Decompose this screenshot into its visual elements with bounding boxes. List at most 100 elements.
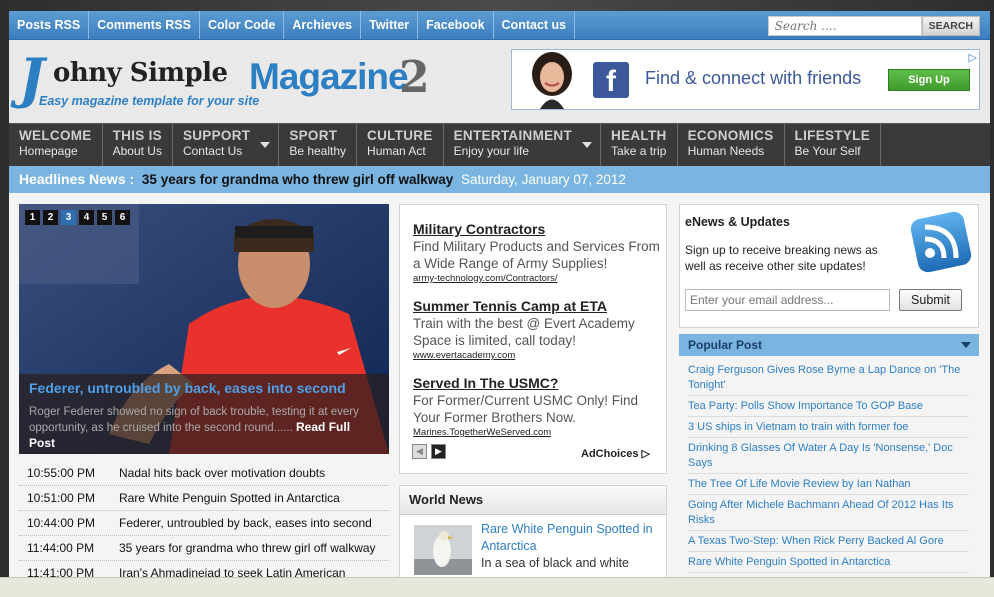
main-nav-title: THIS IS (112, 128, 162, 143)
submit-button[interactable]: Submit (899, 289, 962, 311)
main-nav-item[interactable]: HEALTH Take a trip (601, 124, 678, 166)
post-time: 11:44:00 PM (27, 541, 95, 555)
ad-url[interactable]: Marines.TogetherWeServed.com (413, 427, 663, 438)
site-logo[interactable]: J ohny Simple Magazine 2 Easy magazine t… (19, 46, 439, 114)
list-item[interactable]: 10:51:00 PM Rare White Penguin Spotted in… (19, 486, 389, 511)
post-time: 11:41:00 PM (27, 566, 95, 577)
ad-next-button[interactable]: ▶ (431, 444, 446, 459)
logo-magazine: Magazine (249, 56, 409, 97)
ad-prev-button[interactable]: ◀ (412, 444, 427, 459)
signup-button[interactable]: Sign Up (888, 69, 970, 91)
dropdown-arrow-icon (260, 142, 271, 148)
top-nav-link[interactable]: Archieves (284, 11, 362, 39)
post-title[interactable]: Rare White Penguin Spotted in Antarctica (117, 491, 340, 505)
popular-post-list: Craig Ferguson Gives Rose Byrne a Lap Da… (679, 356, 979, 577)
main-nav-subtitle: Contact Us (182, 144, 243, 158)
rss-icon[interactable] (910, 211, 972, 273)
popular-post-title: Popular Post (688, 338, 763, 352)
popular-post-item[interactable]: Drinking 8 Glasses Of Water A Day Is 'No… (688, 438, 969, 474)
slider-page-button[interactable]: 1 (25, 210, 40, 225)
headline-date: Saturday, January 07, 2012 (461, 172, 626, 187)
slider-page-button[interactable]: 5 (97, 210, 112, 225)
post-time: 10:44:00 PM (27, 516, 96, 530)
top-nav: Posts RSS Comments RSS Color Code Archieves… (9, 11, 576, 39)
ad-block: Military Contractors Find Military Produc… (399, 204, 667, 474)
search-button[interactable]: SEARCH (921, 16, 980, 36)
header: J ohny Simple Magazine 2 Easy magazine t… (9, 40, 990, 123)
top-nav-link[interactable]: Facebook (418, 11, 494, 39)
text-ad: Military Contractors Find Military Produc… (413, 221, 663, 284)
slider-page-button[interactable]: 6 (115, 210, 130, 225)
ad-description: Find Military Products and Services From… (413, 239, 660, 271)
popular-post-item[interactable]: Going After Michele Bachmann Ahead Of 20… (688, 495, 969, 531)
list-item[interactable]: 11:44:00 PM 35 years for grandma who thre… (19, 536, 389, 561)
ad-title[interactable]: Military Contractors (413, 221, 663, 237)
list-item[interactable]: 10:44:00 PM Federer, untroubled by back, … (19, 511, 389, 536)
slider-description: Roger Federer showed no sign of back tro… (29, 405, 379, 452)
main-nav-title: WELCOME (19, 128, 92, 143)
main-nav-item[interactable]: SPORT Be healthy (279, 124, 358, 166)
popular-posts-widget: Popular Post Craig Ferguson Gives Rose B… (679, 334, 979, 577)
post-title[interactable]: 35 years for grandma who threw girl off … (117, 541, 376, 555)
search-box: SEARCH (767, 16, 980, 36)
top-nav-link[interactable]: Comments RSS (89, 11, 200, 39)
main-nav-title: HEALTH (611, 128, 667, 143)
post-title[interactable]: Iran's Ahmadinejad to seek Latin America… (117, 566, 345, 577)
chevron-down-icon[interactable] (961, 342, 971, 348)
ad-title[interactable]: Served In The USMC? (413, 375, 663, 391)
banner-text: Find & connect with friends (645, 68, 862, 88)
logo-word: ohny Simple (53, 58, 228, 88)
top-bar: Posts RSS Comments RSS Color Code Archieves… (9, 11, 990, 40)
main-nav-item[interactable]: SUPPORT Contact Us (173, 124, 280, 166)
top-nav-link[interactable]: Contact us (494, 11, 576, 39)
dropdown-arrow-icon (582, 142, 593, 148)
headline-link[interactable]: 35 years for grandma who threw girl off … (142, 172, 453, 187)
ad-description: Train with the best @ Evert Academy Spac… (413, 316, 635, 348)
email-field[interactable] (685, 289, 890, 311)
slider-page-button[interactable]: 3 (61, 210, 76, 225)
popular-post-item[interactable]: The Tree Of Life Movie Review by Ian Nat… (688, 474, 969, 495)
slider-caption: Federer, untroubled by back, eases into … (19, 374, 389, 454)
post-title[interactable]: Nadal hits back over motivation doubts (117, 466, 325, 480)
popular-post-item[interactable]: Tea Party: Polls Show Importance To GOP … (688, 396, 969, 417)
main-nav: WELCOME Homepage THIS IS About Us SUPPORT Con… (9, 123, 990, 166)
ad-url[interactable]: army-technology.com/Contractors/ (413, 273, 663, 284)
main-nav-item[interactable]: WELCOME Homepage (9, 124, 103, 166)
text-ad: Served In The USMC? For Former/Current US… (413, 375, 663, 438)
slider-page-button[interactable]: 2 (43, 210, 58, 225)
adchoices-link[interactable]: AdChoices ▷ (581, 447, 650, 460)
popular-post-item[interactable]: Rare White Penguin Spotted in Antarctica (688, 552, 969, 573)
latest-posts-list: 10:55:00 PM Nadal hits back over motivati… (19, 461, 389, 577)
ad-url[interactable]: www.evertacademy.com (413, 350, 663, 361)
main-nav-item[interactable]: CULTURE Human Act (357, 124, 444, 166)
post-title[interactable]: Federer, untroubled by back, eases into … (117, 516, 372, 530)
enews-description: Sign up to receive breaking news as well… (685, 243, 878, 273)
penguin-thumbnail[interactable] (414, 525, 472, 575)
list-item[interactable]: 11:41:00 PM Iran's Ahmadinejad to seek La… (19, 561, 389, 577)
main-nav-title: ECONOMICS (687, 128, 774, 143)
slider-page-button[interactable]: 4 (79, 210, 94, 225)
popular-post-item[interactable]: A Texas Two-Step: When Rick Perry Backed… (688, 531, 969, 552)
main-nav-item[interactable]: THIS IS About Us (103, 124, 173, 166)
top-nav-link[interactable]: Color Code (200, 11, 285, 39)
slider-title[interactable]: Federer, untroubled by back, eases into … (29, 380, 346, 396)
list-item[interactable]: 10:55:00 PM Nadal hits back over motivati… (19, 461, 389, 486)
main-nav-item[interactable]: ENTERTAINMENT Enjoy your life (444, 124, 602, 166)
ad-title[interactable]: Summer Tennis Camp at ETA (413, 298, 663, 314)
ad-person-image (520, 50, 584, 109)
main-nav-item[interactable]: LIFESTYLE Be Your Self (785, 124, 882, 166)
main-nav-subtitle: Be Your Self (794, 144, 861, 158)
adchoices-icon[interactable]: ▷ (969, 51, 977, 64)
search-input[interactable] (767, 16, 922, 36)
top-nav-link[interactable]: Twitter (361, 11, 419, 39)
popular-post-item[interactable]: 3 US ships in Vietnam to train with form… (688, 417, 969, 438)
popular-post-item[interactable]: Craig Ferguson Gives Rose Byrne a Lap Da… (688, 360, 969, 396)
popular-post-header[interactable]: Popular Post (679, 334, 979, 356)
featured-slider[interactable]: 123456 Federer, untroubled by back, ease… (19, 204, 389, 454)
main-nav-title: SPORT (289, 128, 338, 143)
headline-ticker: Headlines News : 35 years for grandma wh… (9, 166, 990, 193)
main-nav-item[interactable]: ECONOMICS Human Needs (678, 124, 785, 166)
world-news-title[interactable]: Rare White Penguin Spotted in Antarctica (481, 521, 661, 555)
top-nav-link[interactable]: Posts RSS (9, 11, 90, 39)
facebook-ad-banner[interactable]: f Find & connect with friends Sign Up ▷ (511, 49, 980, 110)
